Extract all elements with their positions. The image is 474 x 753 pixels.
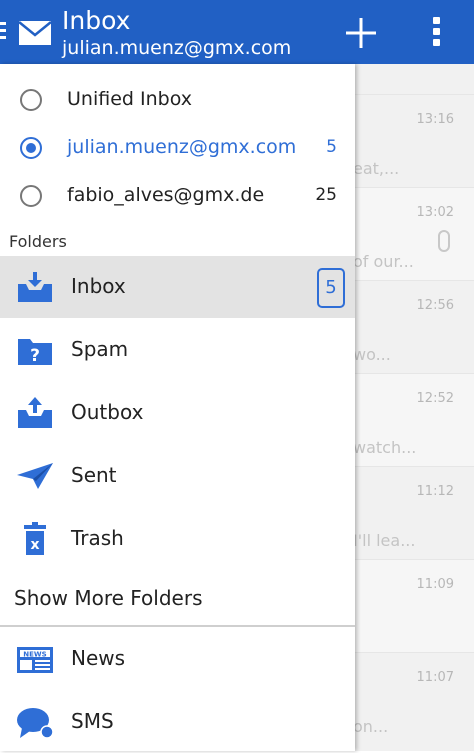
svg-text:NEWS: NEWS bbox=[23, 651, 46, 659]
app-bar: Inbox julian.muenz@gmx.com bbox=[0, 0, 474, 64]
folder-label: Sent bbox=[71, 463, 117, 487]
overflow-menu-icon[interactable] bbox=[430, 17, 442, 49]
message-snippet: wo... bbox=[353, 345, 391, 364]
folder-label: Trash bbox=[71, 526, 124, 550]
message-snippet: watch... bbox=[353, 438, 417, 457]
mail-icon bbox=[18, 21, 52, 45]
list-item[interactable]: 11:12 I'll lea... bbox=[353, 466, 474, 559]
account-radio[interactable] bbox=[20, 185, 42, 207]
extra-item-news[interactable]: NEWS News bbox=[0, 628, 355, 690]
account-label: Unified Inbox bbox=[67, 88, 192, 110]
folder-label: Inbox bbox=[71, 274, 126, 298]
folder-item-spam[interactable]: ? Spam bbox=[0, 319, 355, 381]
message-time: 11:07 bbox=[416, 670, 454, 685]
spam-icon: ? bbox=[18, 339, 52, 366]
inbox-icon bbox=[18, 272, 52, 302]
message-list: 13:16 eat,... 13:02 of our... 12:56 wo..… bbox=[353, 64, 474, 751]
message-time: 13:16 bbox=[416, 112, 454, 127]
trash-icon: x bbox=[24, 522, 46, 555]
divider bbox=[0, 625, 355, 627]
extra-label: News bbox=[71, 646, 126, 670]
folder-label: Outbox bbox=[71, 400, 144, 424]
drawer-indicator-icon[interactable] bbox=[0, 22, 6, 42]
list-item[interactable]: 11:07 on... bbox=[353, 652, 474, 745]
svg-text:x: x bbox=[30, 537, 39, 553]
sms-icon bbox=[17, 708, 54, 739]
message-snippet: I'll lea... bbox=[353, 531, 416, 550]
message-snippet: eat,... bbox=[353, 159, 400, 178]
extra-label: SMS bbox=[71, 709, 114, 733]
folder-item-sent[interactable]: Sent bbox=[0, 445, 355, 507]
unread-badge: 5 bbox=[317, 268, 345, 308]
message-time: 12:56 bbox=[416, 298, 454, 313]
list-item[interactable]: 12:56 wo... bbox=[353, 280, 474, 373]
folder-label: Spam bbox=[71, 337, 129, 361]
message-time: 12:52 bbox=[416, 391, 454, 406]
news-icon: NEWS bbox=[17, 647, 53, 673]
account-radio[interactable] bbox=[20, 89, 42, 111]
list-item[interactable]: 11:09 bbox=[355, 559, 474, 652]
folders-heading: Folders bbox=[9, 232, 67, 251]
message-time: 13:02 bbox=[416, 205, 454, 220]
folder-item-trash[interactable]: x Trash bbox=[0, 508, 355, 570]
message-time: 11:12 bbox=[416, 484, 454, 499]
account-item-unified-inbox[interactable]: Unified Inbox bbox=[0, 77, 355, 123]
compose-plus-icon[interactable] bbox=[345, 17, 377, 49]
account-item-julian[interactable]: julian.muenz@gmx.com 5 bbox=[0, 125, 355, 171]
svg-text:?: ? bbox=[30, 346, 40, 366]
page-title: Inbox bbox=[62, 6, 131, 35]
account-subtitle: julian.muenz@gmx.com bbox=[62, 37, 292, 59]
outbox-icon bbox=[18, 397, 52, 428]
list-item[interactable]: 13:16 eat,... bbox=[353, 94, 474, 187]
navigation-drawer: Unified Inbox julian.muenz@gmx.com 5 fab… bbox=[0, 64, 355, 751]
unread-count: 25 bbox=[315, 185, 337, 205]
list-item[interactable]: 13:02 of our... bbox=[353, 187, 474, 280]
account-label: fabio_alves@gmx.de bbox=[67, 184, 265, 206]
account-item-fabio[interactable]: fabio_alves@gmx.de 25 bbox=[0, 173, 355, 219]
folder-item-inbox[interactable]: Inbox 5 bbox=[0, 256, 355, 318]
account-radio-selected[interactable] bbox=[20, 137, 42, 159]
message-snippet: on... bbox=[353, 717, 389, 736]
list-item[interactable]: 12:52 watch... bbox=[353, 373, 474, 466]
folder-item-outbox[interactable]: Outbox bbox=[0, 382, 355, 444]
message-time: 11:09 bbox=[416, 577, 454, 592]
sent-icon bbox=[17, 463, 53, 489]
account-label: julian.muenz@gmx.com bbox=[67, 136, 297, 158]
attachment-icon bbox=[438, 230, 450, 252]
unread-count: 5 bbox=[326, 137, 337, 157]
extra-item-sms[interactable]: SMS bbox=[0, 691, 355, 753]
show-more-folders-button[interactable]: Show More Folders bbox=[14, 586, 203, 610]
message-snippet: of our... bbox=[353, 252, 414, 271]
